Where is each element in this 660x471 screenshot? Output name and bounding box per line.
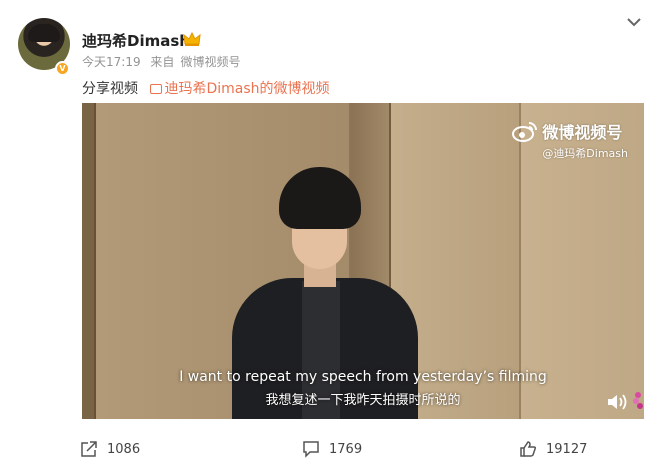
- comment-button[interactable]: 1769: [302, 440, 362, 458]
- link-icon: [150, 84, 163, 94]
- volume-icon[interactable]: [606, 393, 628, 411]
- crown-icon[interactable]: [183, 31, 201, 47]
- chevron-down-icon[interactable]: [626, 16, 642, 28]
- comment-count: 1769: [329, 441, 363, 457]
- post-meta: 今天17:19 来自 微博视频号: [82, 53, 246, 70]
- watermark-handle: @迪玛希Dimash: [542, 147, 628, 160]
- comment-icon: [303, 441, 319, 458]
- username[interactable]: 迪玛希Dimash: [82, 30, 190, 51]
- avatar-hair: [28, 24, 60, 42]
- like-icon: [520, 441, 537, 457]
- share-text: 分享视频: [82, 81, 138, 97]
- action-bar: 1086 1769 19127: [0, 440, 660, 464]
- weibo-logo-icon: [512, 122, 538, 142]
- subtitle-chinese: 我想复述一下我昨天拍摄时所说的: [265, 393, 461, 408]
- post-source[interactable]: 微博视频号: [180, 55, 240, 69]
- post-time[interactable]: 今天17:19: [82, 55, 141, 69]
- video-watermark: 微博视频号 @迪玛希Dimash: [512, 119, 628, 161]
- flower-decoration: [633, 392, 643, 409]
- share-button[interactable]: 1086: [80, 440, 140, 458]
- verified-icon: V: [55, 61, 70, 76]
- share-count: 1086: [107, 441, 141, 457]
- video-link[interactable]: 迪玛希Dimash的微博视频: [150, 81, 330, 97]
- share-icon: [81, 441, 97, 457]
- like-button[interactable]: 19127: [519, 440, 587, 458]
- video-link-label: 迪玛希Dimash的微博视频: [164, 81, 330, 97]
- subtitle-english: I want to repeat my speech from yesterda…: [179, 369, 547, 385]
- post-text: 分享视频 迪玛希Dimash的微博视频: [82, 78, 330, 98]
- video-player[interactable]: 微博视频号 @迪玛希Dimash I want to repeat my spe…: [82, 103, 644, 419]
- like-count: 19127: [546, 441, 588, 457]
- source-prefix: 来自: [150, 55, 175, 69]
- watermark-title: 微博视频号: [542, 123, 623, 142]
